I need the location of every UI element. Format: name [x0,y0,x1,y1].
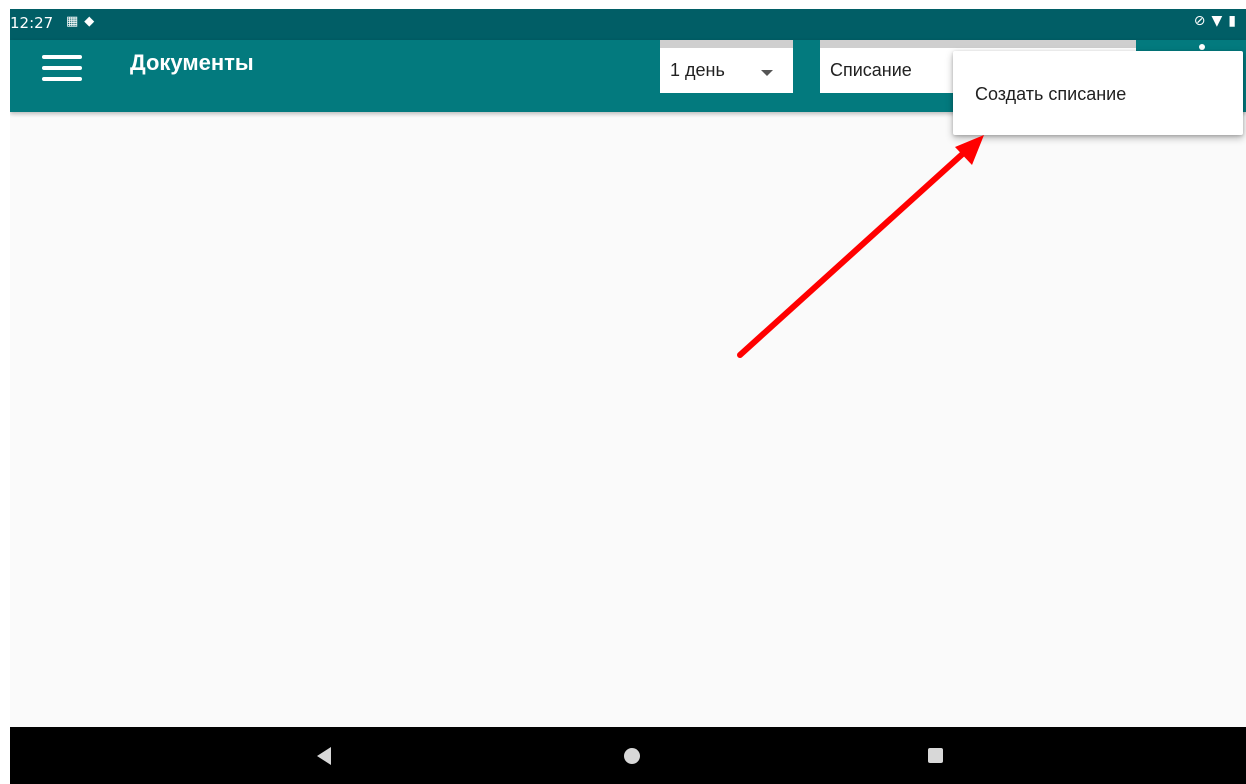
back-icon[interactable] [317,747,331,765]
app-screen: 12:27 ▦ ◆ ⊘ ▼ ▮ Документы 1 день Списание [10,9,1246,784]
annotation-arrow-icon [737,135,984,358]
home-icon[interactable] [624,748,640,764]
navigation-bar [10,727,1246,784]
recents-icon[interactable] [928,748,943,763]
